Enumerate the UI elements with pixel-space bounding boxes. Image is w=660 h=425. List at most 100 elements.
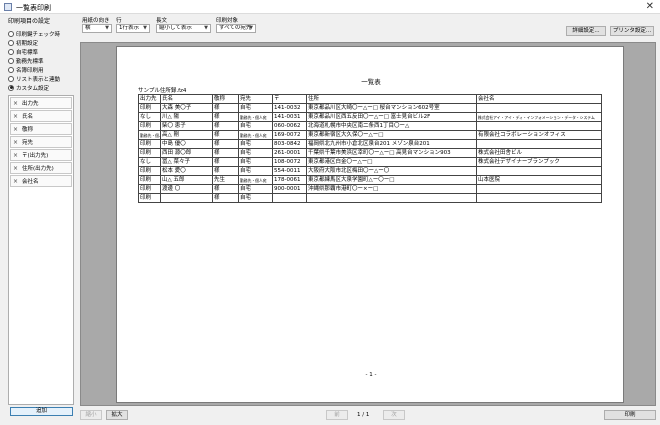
- shrink-button[interactable]: 縮小: [80, 410, 102, 420]
- remove-item-icon[interactable]: ×: [13, 165, 18, 172]
- table-cell: 様: [212, 139, 239, 149]
- remove-item-icon[interactable]: ×: [13, 126, 18, 133]
- table-cell: 印刷: [138, 175, 161, 185]
- table-row: なし 川△ 陽様勤務先・個人宛 141-0031 東京都品川区西五反田〇ー△ー□ 富士…: [138, 112, 602, 122]
- table-cell: 803-0842: [272, 139, 307, 149]
- chevron-down-icon: ▼: [204, 25, 208, 31]
- column-header: 会社名: [476, 94, 602, 104]
- radio-button[interactable]: [8, 39, 14, 46]
- table-cell: 株式会社デザイナーブランプック: [476, 157, 602, 167]
- address-table: 出力先 氏名 敬称 宛先〒住所 会社名 印刷 大森 美〇子様自宅 141-0032 東京都品川区…: [138, 94, 602, 203]
- print-button[interactable]: 印刷: [604, 410, 656, 420]
- table-cell: 印刷: [138, 148, 161, 158]
- print-item[interactable]: × 宛先: [10, 136, 72, 148]
- table-cell: 松本 愛〇: [160, 166, 213, 176]
- detail-settings-button[interactable]: 詳細設定...: [566, 26, 606, 36]
- orientation-select[interactable]: 横 ▼: [82, 24, 112, 33]
- table-cell: 様: [212, 103, 239, 113]
- table-cell: 印刷: [138, 193, 161, 203]
- table-cell: 勤務先・個人宛: [138, 130, 161, 140]
- radio-button[interactable]: [8, 30, 14, 37]
- table-cell: 261-0001: [272, 148, 307, 158]
- row-select[interactable]: 1行表示 ▼: [116, 24, 150, 33]
- print-item[interactable]: × 出力先: [10, 97, 72, 109]
- column-header: 〒: [272, 94, 307, 104]
- table-row: 印刷 中島 優〇様自宅 803-0842 福岡県北九州市小倉北区泉台201 メゾン泉台…: [138, 139, 602, 149]
- preset-radio-option[interactable]: 自宅標準: [8, 47, 74, 56]
- table-cell: 108-0072: [272, 157, 307, 167]
- print-item[interactable]: × 〒(出力先): [10, 149, 72, 161]
- table-cell: 自宅: [238, 157, 273, 167]
- preset-radio-option[interactable]: 印刷鍵チェック時: [8, 29, 74, 38]
- prev-page-button[interactable]: 前: [326, 410, 348, 420]
- section-label: 印刷項目の設定: [8, 18, 51, 25]
- next-page-button[interactable]: 次: [383, 410, 405, 420]
- row-control: 行 1行表示 ▼: [116, 16, 150, 33]
- toolbar: 用紙の向き 横 ▼ 行 1行表示 ▼ 長文 縮小して表示 ▼ 印刷対象 すべての宛先 ▼…: [80, 16, 660, 40]
- row-label: 行: [116, 18, 122, 24]
- preset-radio-option[interactable]: 名簿印刷用: [8, 65, 74, 74]
- preview-page: 一覧表 サンプル住所録.fz4 出力先 氏名 敬称 宛先〒住所 会社名 印刷 大森 美〇子様…: [116, 46, 624, 403]
- print-item[interactable]: × 氏名: [10, 110, 72, 122]
- print-item[interactable]: × 敬称: [10, 123, 72, 135]
- remove-item-icon[interactable]: ×: [13, 152, 18, 159]
- print-item-label: 〒(出力先): [22, 153, 49, 159]
- remove-item-icon[interactable]: ×: [13, 100, 18, 107]
- radio-label: 自宅標準: [16, 49, 39, 56]
- long-text-control: 長文 縮小して表示 ▼: [156, 16, 211, 33]
- table-cell: 印刷: [138, 166, 161, 176]
- preset-radio-option[interactable]: 勤務先標準: [8, 56, 74, 65]
- column-header: 宛先: [238, 94, 273, 104]
- printer-settings-button[interactable]: プリンタ設定...: [610, 26, 654, 36]
- enlarge-button[interactable]: 拡大: [106, 410, 128, 420]
- print-item-label: 氏名: [22, 114, 34, 120]
- long-text-select[interactable]: 縮小して表示 ▼: [156, 24, 211, 33]
- remove-item-icon[interactable]: ×: [13, 139, 18, 146]
- radio-button[interactable]: [8, 84, 14, 91]
- preset-radio-option[interactable]: リスト表示と連動: [8, 74, 74, 83]
- radio-label: リスト表示と連動: [16, 76, 61, 83]
- print-items-panel: 印刷項目の設定 印刷鍵チェック時初期設定自宅標準 勤務先標準名簿印刷用リスト表示と…: [8, 16, 74, 416]
- table-cell: [272, 193, 307, 203]
- radio-label: 名簿印刷用: [16, 67, 44, 74]
- table-row: 勤務先・個人宛高△ 剛様勤務先・個人宛169-0072東京都新宿区大久保〇ー△ー…: [138, 130, 602, 140]
- radio-button[interactable]: [8, 48, 14, 55]
- preset-radio-option[interactable]: 初期設定: [8, 38, 74, 47]
- preset-radio-option[interactable]: カスタム設定: [8, 83, 74, 92]
- print-item[interactable]: × 会社名: [10, 175, 72, 187]
- table-cell: 印刷: [138, 121, 161, 131]
- column-header: 住所: [306, 94, 477, 104]
- radio-button[interactable]: [8, 66, 14, 73]
- table-cell: [476, 193, 602, 203]
- page-indicator: 1 / 1: [357, 412, 370, 418]
- table-cell: 自宅: [238, 193, 273, 203]
- table-cell: 有限会社コラボレーションオフィス: [476, 130, 602, 140]
- table-cell: 山△ 五郎: [160, 175, 213, 185]
- print-item-label: 住所(出力先): [22, 166, 54, 172]
- radio-button[interactable]: [8, 57, 14, 64]
- radio-label: 初期設定: [16, 40, 39, 47]
- print-items-list: × 出力先 × 氏名 × 敬称 × 宛先 × 〒(出力先) × 住所(出力先) × 会社名: [8, 95, 74, 405]
- close-icon[interactable]: ✕: [646, 1, 654, 12]
- table-cell: 自宅: [238, 148, 273, 158]
- row-value: 1行表示: [119, 25, 139, 31]
- long-text-label: 長文: [156, 18, 168, 24]
- table-cell: 川△ 陽: [160, 112, 213, 122]
- table-cell: 様: [212, 130, 239, 140]
- target-select[interactable]: すべての宛先 ▼: [216, 24, 256, 33]
- table-cell: 印刷: [138, 184, 161, 194]
- table-cell: 様: [212, 184, 239, 194]
- table-cell: 勤務先・個人宛: [238, 112, 273, 122]
- table-cell: 178-0061: [272, 175, 307, 185]
- print-item-label: 会社名: [22, 179, 39, 185]
- radio-button[interactable]: [8, 75, 14, 82]
- table-cell: なし: [138, 112, 161, 122]
- table-cell: 060-0062: [272, 121, 307, 131]
- remove-item-icon[interactable]: ×: [13, 113, 18, 120]
- column-header: 敬称: [212, 94, 239, 104]
- remove-item-icon[interactable]: ×: [13, 178, 18, 185]
- table-cell: [476, 103, 602, 113]
- print-item[interactable]: × 住所(出力先): [10, 162, 72, 174]
- table-row: 印刷 渡邊 〇様自宅 900-0001 沖縄県那覇市港町〇ー×ー□: [138, 184, 602, 194]
- table-row: 印刷 様自宅: [138, 193, 602, 203]
